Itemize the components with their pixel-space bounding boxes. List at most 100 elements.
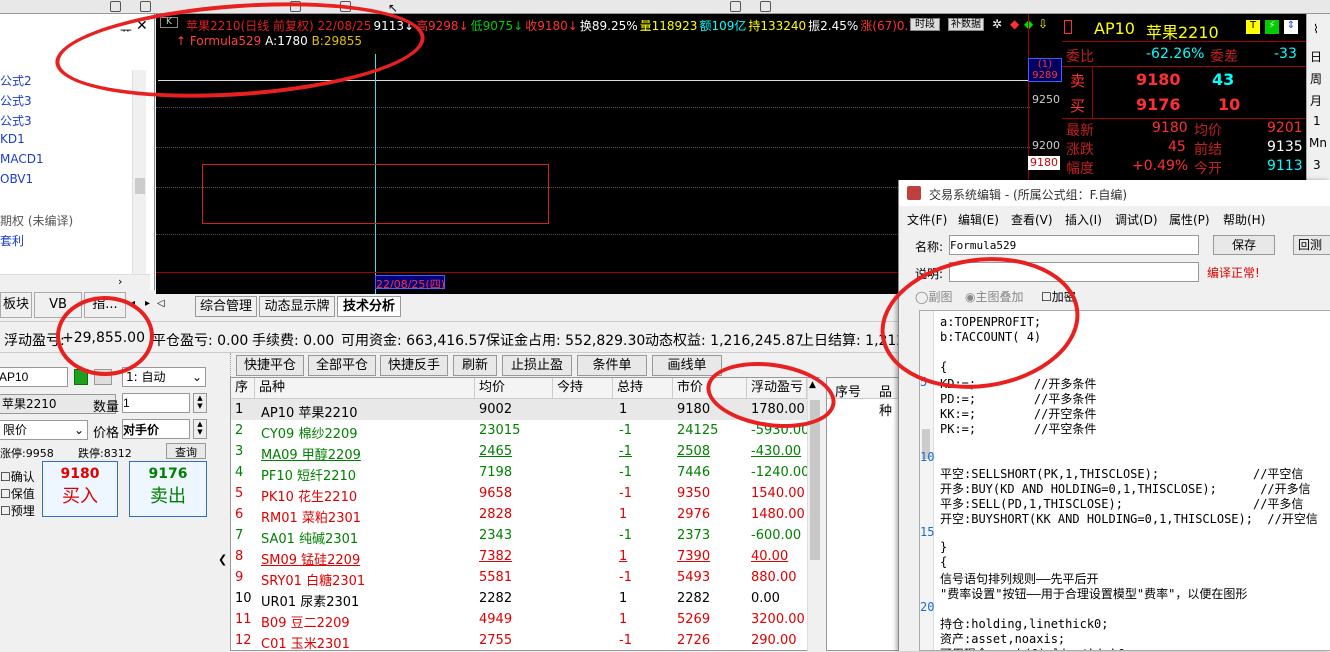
contract-input[interactable] <box>0 367 68 387</box>
tab-dynamic[interactable]: 动态显示牌 <box>259 296 335 317</box>
col-index[interactable]: 序 <box>231 378 255 398</box>
code-editor[interactable]: a:TOPENPROFIT; b:TACCOUNT( 4){KD:=; //开多条… <box>919 310 1330 651</box>
table-row[interactable]: 11 B09 豆二2209 4949 1 5269 3200.00 <box>231 609 807 631</box>
table-row[interactable]: 8 SM09 锰硅2209 7382 1 7390 40.00 <box>231 546 807 568</box>
name-input[interactable] <box>949 235 1199 255</box>
tab-sector[interactable]: 板块 <box>0 292 32 318</box>
green-indicator[interactable] <box>74 369 88 385</box>
chevron-right-icon[interactable]: › <box>118 275 122 288</box>
flash-icon[interactable]: ⚡ <box>1265 20 1279 34</box>
col-price[interactable]: 市价 <box>673 378 747 398</box>
scrollbar[interactable] <box>132 70 146 282</box>
conditional-order-button[interactable]: 条件单 <box>577 355 647 376</box>
t-icon[interactable]: T <box>1246 20 1260 34</box>
small-button[interactable] <box>94 369 112 385</box>
auto-select[interactable]: 1: 自动 ⌄ <box>122 367 206 387</box>
table-row[interactable]: 1 AP10 苹果2210 9002 1 9180 1780.00 <box>231 399 807 421</box>
tab-vb[interactable]: VB <box>34 292 82 318</box>
table-row[interactable]: 5 PK10 花生2210 9658 -1 9350 1540.00 <box>231 483 807 505</box>
qty-stepper[interactable]: ▲ ▼ <box>193 393 207 413</box>
code-area[interactable]: a:TOPENPROFIT; b:TACCOUNT( 4){KD:=; //开多条… <box>920 311 1330 650</box>
quick-close-button[interactable]: 快捷平仓 <box>236 355 304 376</box>
close-all-button[interactable]: 全部平仓 <box>308 355 376 376</box>
tab-technical[interactable]: 技术分析 <box>337 296 401 317</box>
formula-item[interactable]: 公式3 <box>0 112 32 129</box>
col-float-pl[interactable]: 浮动盈亏 <box>747 378 807 398</box>
quick-reverse-button[interactable]: 快捷反手 <box>380 355 448 376</box>
pin-icon[interactable]: ᅲ <box>120 20 132 39</box>
col-avg[interactable]: 均价 <box>475 378 553 398</box>
tab-indicator[interactable]: 指... <box>84 292 126 318</box>
scrollbar-thumb[interactable] <box>810 400 820 560</box>
main-overlay-radio[interactable]: ◉主图叠加 <box>965 288 1024 305</box>
chevron-up-icon[interactable]: ▲ <box>809 380 816 390</box>
price-input[interactable] <box>122 419 190 439</box>
period-week[interactable]: 周 <box>1310 70 1322 87</box>
formula-item[interactable]: MACD1 <box>0 152 44 166</box>
buy-button[interactable]: 9180 买入 <box>42 461 118 517</box>
scrollbar-thumb[interactable] <box>135 178 145 194</box>
buy-row[interactable]: 买 9176 10 <box>1062 93 1306 117</box>
line-order-button[interactable]: 画线单 <box>652 355 722 376</box>
arrow-bar-icon[interactable]: ⇩ <box>1038 17 1048 31</box>
gear-icon[interactable] <box>340 1 351 12</box>
formula-item[interactable]: 套利 <box>0 232 24 249</box>
table-row[interactable]: 4 PF10 短纤2210 7198 -1 7446 -1240.00 <box>231 462 807 484</box>
table-row[interactable]: 7 SA01 纯碱2301 2343 -1 2373 -600.00 <box>231 525 807 547</box>
close-icon[interactable]: ✕ <box>136 18 148 34</box>
menu-file[interactable]: 文件(F) <box>907 211 947 228</box>
confirm-checkbox[interactable]: ☐确认 <box>0 468 35 485</box>
chevron-left-icon[interactable]: ❮ <box>218 553 227 566</box>
col-total[interactable]: 总持 <box>613 378 673 398</box>
subchart-radio[interactable]: ◯副图 <box>915 288 952 305</box>
updown-icon[interactable]: ⇕ <box>1284 20 1298 34</box>
tool-icon[interactable] <box>110 1 121 12</box>
period-month[interactable]: 月 <box>1310 92 1322 109</box>
table-row[interactable]: 6 RM01 菜粕2301 2828 1 2976 1480.00 <box>231 504 807 526</box>
table-row[interactable]: 3 MA09 甲醇2209 2465 -1 2508 -430.00 <box>231 441 807 463</box>
tool-icon[interactable] <box>140 1 151 12</box>
formula-item[interactable]: OBV1 <box>0 172 33 186</box>
formula-item[interactable]: 公式3 <box>0 92 32 109</box>
period-3[interactable]: 3 <box>1313 158 1321 172</box>
formula-item[interactable]: KD1 <box>0 132 25 146</box>
tool-icon[interactable] <box>730 1 741 12</box>
table-row[interactable]: 9 SRY01 白糖2301 5581 -1 5493 880.00 <box>231 567 807 589</box>
col-symbol[interactable]: 品种 <box>255 378 475 398</box>
menu-props[interactable]: 属性(P) <box>1169 211 1210 228</box>
refresh-button[interactable]: 刷新 <box>453 355 497 376</box>
tool-icon[interactable] <box>290 1 301 12</box>
table-row[interactable]: 12 C01 玉米2301 2755 -1 2726 290.00 <box>231 630 807 652</box>
qty-input[interactable] <box>122 393 190 413</box>
sell-button[interactable]: 9176 卖出 <box>129 461 207 517</box>
menu-help[interactable]: 帮助(H) <box>1223 211 1265 228</box>
encrypt-checkbox[interactable]: ☐加密 <box>1041 288 1076 305</box>
k-button[interactable]: K <box>160 17 178 28</box>
menu-edit[interactable]: 编辑(E) <box>958 211 999 228</box>
stop-loss-button[interactable]: 止损止盈 <box>502 355 572 376</box>
chevron-left-icon[interactable]: ◂ <box>130 298 135 309</box>
save-button[interactable]: 保存 <box>1213 235 1275 255</box>
table-row[interactable]: 2 CY09 棉纱2209 23015 -1 24125 -5930.00 <box>231 420 807 442</box>
tab-general[interactable]: 综合管理 <box>195 296 257 317</box>
preset-checkbox[interactable]: ☐预埋 <box>0 502 35 519</box>
diamond-red-icon[interactable]: ◆ <box>1010 17 1019 31</box>
line-chart-icon[interactable]: ⌇ <box>1313 22 1319 36</box>
menu-debug[interactable]: 调试(D) <box>1115 211 1158 228</box>
menu-view[interactable]: 查看(V) <box>1011 211 1053 228</box>
sell-row[interactable]: 卖 9180 43 <box>1062 68 1306 92</box>
hscrollbar[interactable]: › <box>0 274 150 290</box>
tool-icon[interactable] <box>760 1 771 12</box>
menu-insert[interactable]: 插入(I) <box>1065 211 1102 228</box>
price-stepper[interactable]: ▲ ▼ <box>193 419 207 439</box>
backtest-button[interactable]: 回测 <box>1293 235 1330 255</box>
chevron-right-icon[interactable]: ▸ <box>145 298 150 309</box>
settings-icon[interactable]: ✲ <box>992 17 1002 31</box>
desc-input[interactable] <box>949 262 1199 282</box>
chevron-left-icon[interactable]: ◁ <box>157 298 165 309</box>
query-button[interactable]: 查询 <box>166 443 206 459</box>
period-day[interactable]: 日 <box>1310 48 1322 65</box>
formula-item[interactable]: 期权 (未编译) <box>0 212 73 229</box>
fill-data-button[interactable]: 补数据 <box>948 18 984 31</box>
period-1[interactable]: 1 <box>1313 114 1321 128</box>
